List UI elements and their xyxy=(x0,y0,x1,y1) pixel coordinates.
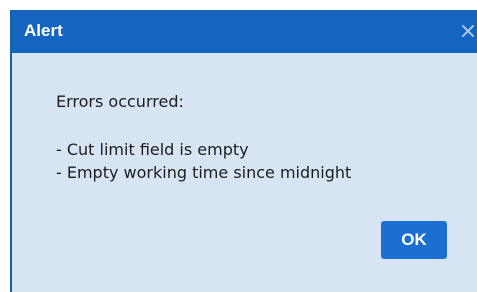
error-header: Errors occurred: xyxy=(56,92,184,111)
dialog-titlebar: Alert xyxy=(12,10,477,53)
alert-dialog: Alert Errors occurred: - Cut limit field… xyxy=(10,10,477,292)
error-item: - Empty working time since midnight xyxy=(56,163,352,182)
ok-button[interactable]: OK xyxy=(381,221,447,259)
error-item: - Cut limit field is empty xyxy=(56,140,249,159)
dialog-title: Alert xyxy=(24,21,63,40)
close-icon[interactable] xyxy=(459,22,477,40)
